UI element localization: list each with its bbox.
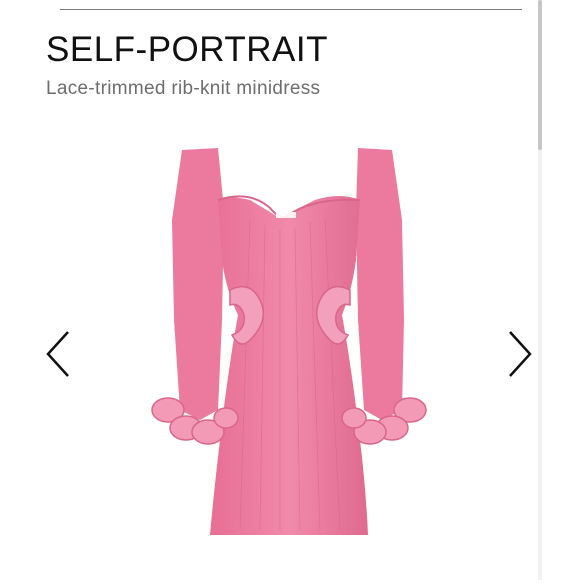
brand-name: SELF-PORTRAIT: [46, 30, 329, 69]
product-title: Lace-trimmed rib-knit minidress: [46, 78, 321, 99]
chevron-right-icon: [509, 331, 532, 377]
scrollbar-thumb[interactable]: [538, 0, 542, 150]
product-image: [120, 140, 460, 580]
previous-image-button[interactable]: [38, 324, 78, 384]
chevron-left-icon: [46, 331, 69, 377]
top-divider: [60, 9, 522, 10]
dress-illustration: [151, 148, 427, 535]
next-image-button[interactable]: [500, 324, 540, 384]
